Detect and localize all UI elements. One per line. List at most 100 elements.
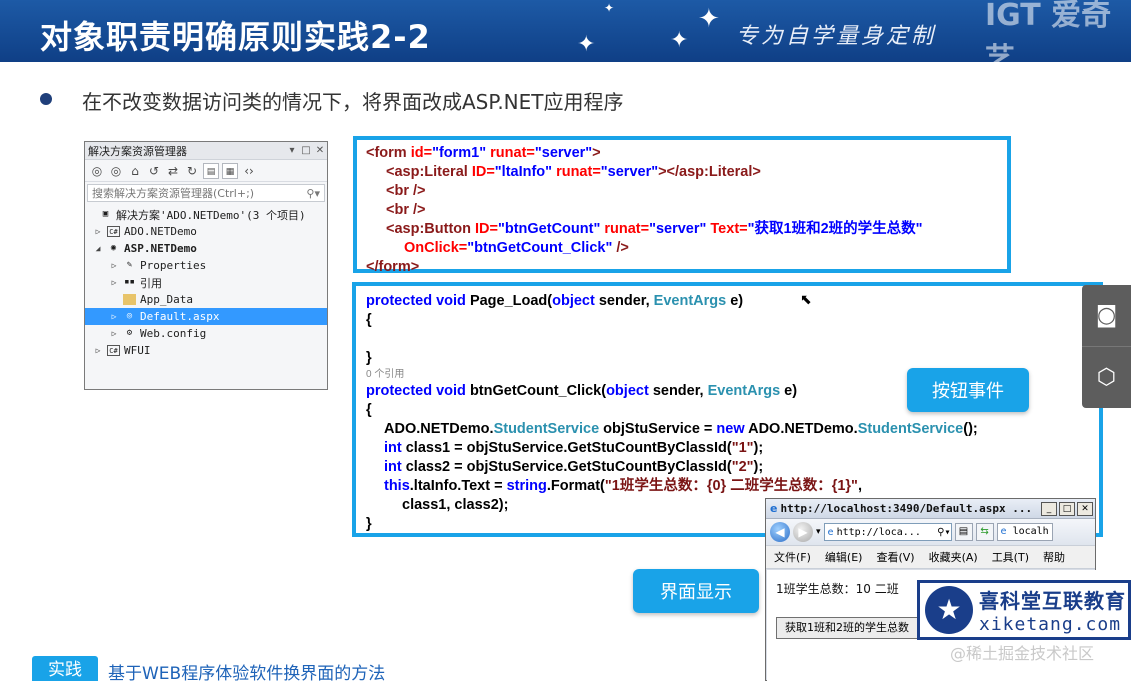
- back-icon[interactable]: ◎: [89, 163, 105, 179]
- expand-arrow-icon[interactable]: ▷: [109, 312, 119, 321]
- code-line: int class1 = objStuService.GetStuCountBy…: [384, 440, 764, 456]
- code-line: </form>: [366, 259, 420, 275]
- button-event-callout: 按钮事件: [907, 368, 1029, 412]
- code-line: <br />: [386, 183, 426, 199]
- tree-node-web-config[interactable]: ▷ ⚙ Web.config: [85, 325, 327, 342]
- expand-arrow-icon[interactable]: ▷: [109, 329, 119, 338]
- expand-arrow-icon[interactable]: ▷: [93, 346, 103, 355]
- tree-node-solution[interactable]: ▣ 解决方案'ADO.NETDemo'(3 个项目): [85, 206, 327, 223]
- code-line: <form id="form1" runat="server">: [366, 145, 601, 161]
- slogan: 专为自学量身定制: [736, 24, 937, 49]
- references-icon: ▪▪: [124, 277, 135, 287]
- tree-node-ado-netdemo[interactable]: ▷ C# ADO.NETDemo: [85, 223, 327, 240]
- bullet-dot: [40, 93, 52, 105]
- solution-search-input[interactable]: 搜索解决方案资源管理器(Ctrl+;) ⚲▾: [87, 184, 325, 202]
- collapse-arrow-icon[interactable]: ◢: [93, 244, 103, 253]
- bullet-text: 在不改变数据访问类的情况下，将界面改成ASP.NET应用程序: [82, 90, 624, 114]
- expand-arrow-icon[interactable]: ▷: [109, 261, 119, 270]
- dropdown-icon[interactable]: ▾: [285, 145, 299, 156]
- code-line: OnClick="btnGetCount_Click" />: [404, 240, 629, 256]
- student-count-text: 1班学生总数：10 二班: [776, 582, 899, 596]
- shield-icon[interactable]: ⬡: [1082, 346, 1131, 407]
- menu-tools[interactable]: 工具(T): [992, 549, 1029, 565]
- code-line: {: [366, 312, 372, 328]
- star-logo-icon: ★: [925, 586, 973, 634]
- watermark-en: xiketang.com: [979, 614, 1122, 635]
- solution-explorer-toolbar: ◎ ◎ ⌂ ↺ ⇄ ↻ ▤ ▦ ‹›: [85, 160, 327, 182]
- solution-explorer-title: 解决方案资源管理器: [88, 144, 187, 158]
- search-icon[interactable]: ⚲▾: [306, 187, 320, 200]
- web-project-icon: ◉: [110, 243, 117, 253]
- get-count-button[interactable]: 获取1班和2班的学生总数: [776, 617, 936, 639]
- search-icon[interactable]: ⚲▾: [937, 527, 950, 538]
- tree-node-app-data[interactable]: App_Data: [85, 291, 327, 308]
- menu-edit[interactable]: 编辑(E): [825, 549, 863, 565]
- forward-icon[interactable]: ◎: [108, 163, 124, 179]
- refresh-icon[interactable]: ⇆: [975, 523, 994, 541]
- pin-icon[interactable]: □: [299, 145, 313, 156]
- history-dropdown-icon[interactable]: ▾: [816, 527, 821, 537]
- aspx-markup-code: <form id="form1" runat="server"> <asp:Li…: [353, 136, 1011, 275]
- show-all-files-icon[interactable]: ▦: [222, 162, 238, 179]
- solution-tree: ▣ 解决方案'ADO.NETDemo'(3 个项目) ▷ C# ADO.NETD…: [85, 204, 327, 359]
- tree-node-references[interactable]: ▷ ▪▪ 引用: [85, 274, 327, 291]
- code-line: <br />: [386, 202, 426, 218]
- maximize-button[interactable]: □: [1059, 501, 1075, 516]
- menu-help[interactable]: 帮助: [1043, 549, 1065, 565]
- csharp-project-icon: C#: [107, 345, 120, 356]
- close-icon[interactable]: ✕: [313, 145, 327, 156]
- menu-view[interactable]: 查看(V): [876, 549, 914, 565]
- wrench-icon: ✎: [126, 260, 133, 270]
- tree-node-default-aspx[interactable]: ▷ ◎ Default.aspx: [85, 308, 327, 325]
- code-line: int class2 = objStuService.GetStuCountBy…: [384, 459, 764, 475]
- watermark-cn: 喜科堂互联教育: [979, 589, 1126, 613]
- tree-node-asp-netdemo[interactable]: ◢ ◉ ASP.NETDemo: [85, 240, 327, 257]
- practice-text: 基于WEB程序体验软件换界面的方法: [108, 664, 386, 681]
- browser-address-bar: ◀ ▶ ▾ e http://loca... ⚲▾ ▤ ⇆ e localh: [766, 519, 1095, 545]
- side-tool-panel: ◙ ⬡: [1082, 285, 1131, 408]
- brand-logo: IGT 爱奇艺: [985, 0, 1112, 62]
- browser-title: http://localhost:3490/Default.aspx ...: [780, 502, 1033, 515]
- code-line: <asp:Button ID="btnGetCount" runat="serv…: [386, 221, 923, 237]
- home-icon[interactable]: ⌂: [127, 163, 143, 179]
- tree-node-wfui[interactable]: ▷ C# WFUI: [85, 342, 327, 359]
- code-line: protected void Page_Load(object sender, …: [366, 293, 744, 309]
- solution-icon: ▣: [102, 209, 109, 219]
- view-code-icon[interactable]: ‹›: [241, 163, 257, 179]
- ie-page-icon: e: [827, 526, 834, 538]
- compatibility-icon[interactable]: ▤: [954, 523, 973, 541]
- mouse-cursor-icon: ⬉: [800, 292, 812, 308]
- camera-icon[interactable]: ◙: [1082, 285, 1131, 346]
- sync-icon[interactable]: ⇄: [165, 163, 181, 179]
- ie-logo-icon: e: [770, 502, 778, 515]
- config-file-icon: ⚙: [126, 328, 133, 338]
- code-line: <asp:Literal ID="ltaInfo" runat="server"…: [386, 164, 761, 180]
- forward-button[interactable]: ▶: [793, 522, 813, 542]
- address-input[interactable]: e http://loca... ⚲▾: [823, 523, 952, 541]
- browser-titlebar: e http://localhost:3490/Default.aspx ...…: [766, 499, 1095, 519]
- expand-arrow-icon[interactable]: ▷: [109, 278, 119, 287]
- minimize-button[interactable]: _: [1041, 501, 1057, 516]
- aspx-file-icon: ◎: [126, 311, 133, 321]
- code-line: ADO.NETDemo.StudentService objStuService…: [384, 421, 978, 437]
- csharp-project-icon: C#: [107, 226, 120, 237]
- xiketang-watermark: ★ 喜科堂互联教育 xiketang.com: [917, 580, 1131, 640]
- ui-display-callout: 界面显示: [633, 569, 759, 613]
- menu-file[interactable]: 文件(F): [774, 549, 811, 565]
- code-line: }: [366, 350, 372, 366]
- menu-favorites[interactable]: 收藏夹(A): [929, 549, 978, 565]
- search-placeholder: 搜索解决方案资源管理器(Ctrl+;): [92, 187, 255, 200]
- browser-tab[interactable]: e localh: [996, 523, 1053, 541]
- tree-node-properties[interactable]: ▷ ✎ Properties: [85, 257, 327, 274]
- browser-menu-bar: 文件(F) 编辑(E) 查看(V) 收藏夹(A) 工具(T) 帮助: [766, 545, 1095, 569]
- close-button[interactable]: ✕: [1077, 501, 1093, 516]
- refresh-icon[interactable]: ↻: [184, 163, 200, 179]
- collapse-all-icon[interactable]: ▤: [203, 162, 219, 179]
- history-icon[interactable]: ↺: [146, 163, 162, 179]
- back-button[interactable]: ◀: [770, 522, 790, 542]
- practice-tag: 实践: [32, 656, 98, 681]
- star-icon: ✦: [670, 28, 689, 53]
- expand-arrow-icon[interactable]: ▷: [93, 227, 103, 236]
- slide-header: 对象职责明确原则实践2-2 ✦ ✦ ✦ ✦ 专为自学量身定制 IGT 爱奇艺: [0, 0, 1131, 62]
